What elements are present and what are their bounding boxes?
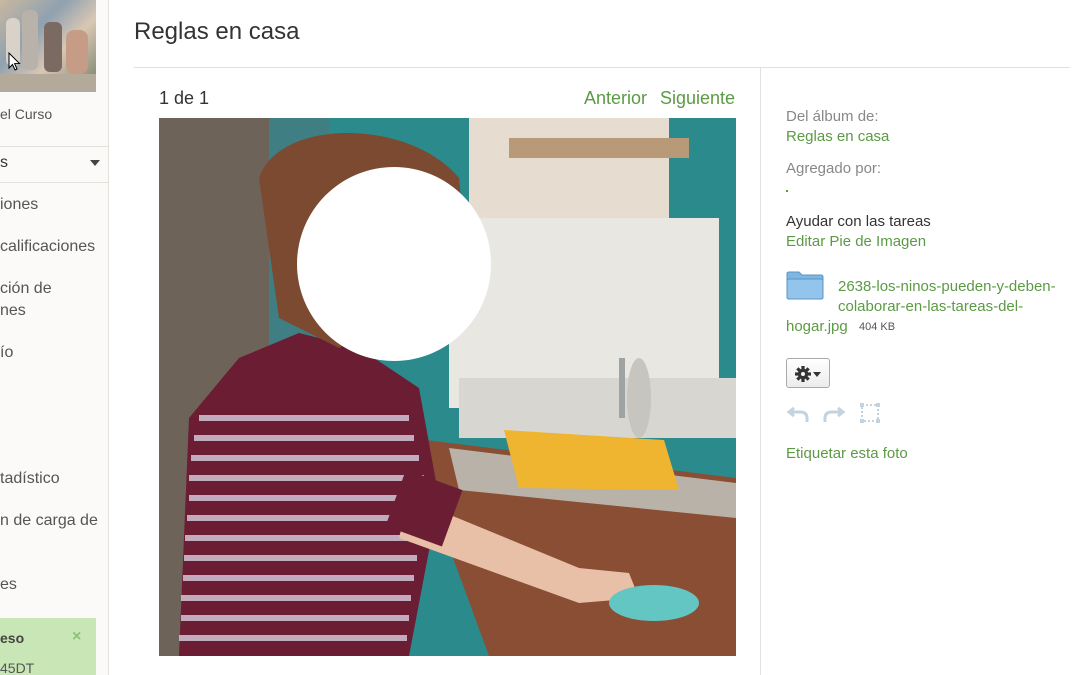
course-image[interactable]	[0, 0, 96, 92]
album-link[interactable]: Reglas en casa	[786, 128, 889, 145]
photo-caption: Ayudar con las tareas	[786, 213, 931, 230]
crop-icon[interactable]	[858, 402, 882, 424]
main-photo[interactable]	[159, 118, 736, 656]
sidebar-item[interactable]: ción de	[0, 278, 52, 300]
rotate-right-icon[interactable]	[822, 402, 846, 424]
page-title: Reglas en casa	[134, 18, 300, 45]
sidebar-item[interactable]: ío	[0, 342, 13, 364]
sidebar-item[interactable]: iones	[0, 194, 38, 216]
notice-title: eso	[0, 630, 25, 646]
sidebar-item[interactable]: nes	[0, 300, 26, 322]
previous-photo-link[interactable]: Anterior	[584, 88, 647, 109]
photo-illustration	[159, 118, 736, 656]
title-divider	[134, 67, 1070, 68]
success-notice: eso × 45DT	[0, 618, 96, 675]
file-size: 404 KB	[859, 321, 896, 333]
photo-counter: 1 de 1	[159, 88, 210, 108]
close-icon[interactable]: ×	[72, 628, 81, 646]
rotate-left-icon[interactable]	[786, 402, 810, 424]
column-divider	[760, 68, 761, 675]
sidebar-section-header[interactable]: s	[0, 152, 8, 174]
mouse-cursor-icon	[8, 52, 21, 71]
chevron-down-icon[interactable]	[90, 160, 100, 166]
sidebar-item[interactable]: tadístico	[0, 468, 60, 490]
sidebar-divider	[0, 146, 108, 147]
sidebar-divider	[0, 182, 108, 183]
sidebar-item[interactable]: es	[0, 574, 17, 596]
added-by-label: Agregado por:	[786, 160, 882, 177]
added-by-user-link[interactable]	[786, 190, 788, 192]
album-label: Del álbum de:	[786, 108, 879, 125]
sidebar-item[interactable]: n de carga de	[0, 510, 98, 532]
file-download-link-tail[interactable]: hogar.jpg	[786, 318, 848, 335]
next-photo-link[interactable]: Siguiente	[660, 88, 735, 109]
gear-icon	[795, 366, 821, 382]
course-sidebar: el Curso s iones calificaciones ción de …	[0, 0, 109, 675]
tag-photo-link[interactable]: Etiquetar esta foto	[786, 445, 908, 462]
photo-actions-button[interactable]	[786, 358, 830, 388]
folder-icon	[786, 271, 824, 300]
course-link[interactable]: el Curso	[0, 103, 52, 125]
sidebar-item[interactable]: calificaciones	[0, 236, 95, 258]
file-download-link[interactable]: 2638-los-ninos-pueden-y-deben-colaborar-…	[838, 277, 1070, 317]
edit-caption-link[interactable]: Editar Pie de Imagen	[786, 233, 926, 250]
notice-text: 45DT	[0, 660, 35, 675]
